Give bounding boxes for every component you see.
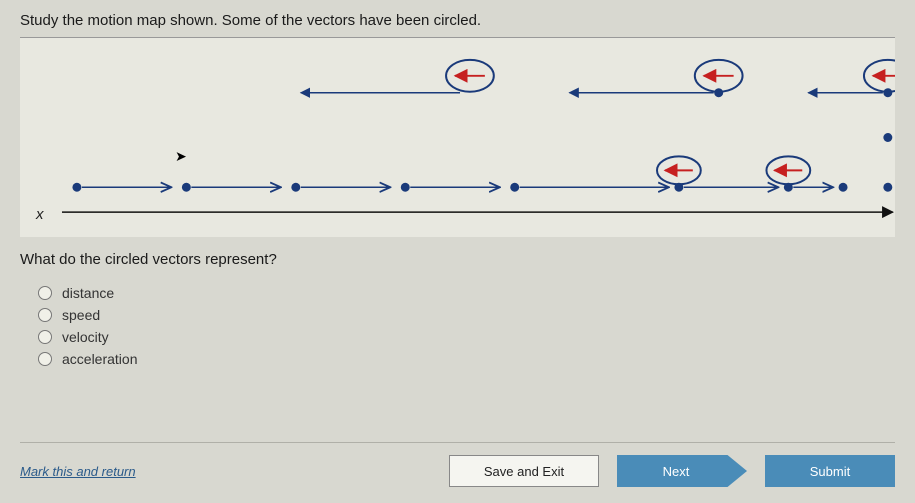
dot [510, 183, 519, 192]
option-label: acceleration [62, 351, 138, 367]
dot [401, 183, 410, 192]
option-label: distance [62, 285, 114, 301]
radio-icon[interactable] [38, 352, 52, 366]
option-acceleration[interactable]: acceleration [38, 348, 895, 370]
prompt-text: Study the motion map shown. Some of the … [20, 12, 895, 29]
options-group: distance speed velocity acceleration [38, 282, 895, 370]
next-button[interactable]: Next [617, 455, 747, 487]
radio-icon[interactable] [38, 330, 52, 344]
dot [72, 183, 81, 192]
option-distance[interactable]: distance [38, 282, 895, 304]
dot [182, 183, 191, 192]
radio-icon[interactable] [38, 308, 52, 322]
dot [883, 133, 892, 142]
option-speed[interactable]: speed [38, 304, 895, 326]
axis-label-x: x [36, 206, 44, 223]
question-text: What do the circled vectors represent? [20, 251, 895, 268]
option-label: velocity [62, 329, 109, 345]
radio-icon[interactable] [38, 286, 52, 300]
dot [839, 183, 848, 192]
option-velocity[interactable]: velocity [38, 326, 895, 348]
motion-map-diagram: x ➤ [20, 37, 895, 237]
footer-bar: Mark this and return Save and Exit Next … [20, 442, 895, 503]
option-label: speed [62, 307, 100, 323]
save-exit-button[interactable]: Save and Exit [449, 455, 599, 487]
dot [883, 183, 892, 192]
submit-button[interactable]: Submit [765, 455, 895, 487]
dot [291, 183, 300, 192]
mark-return-link[interactable]: Mark this and return [20, 464, 136, 479]
diagram-svg [20, 38, 895, 237]
footer-buttons: Save and Exit Next Submit [449, 455, 895, 487]
